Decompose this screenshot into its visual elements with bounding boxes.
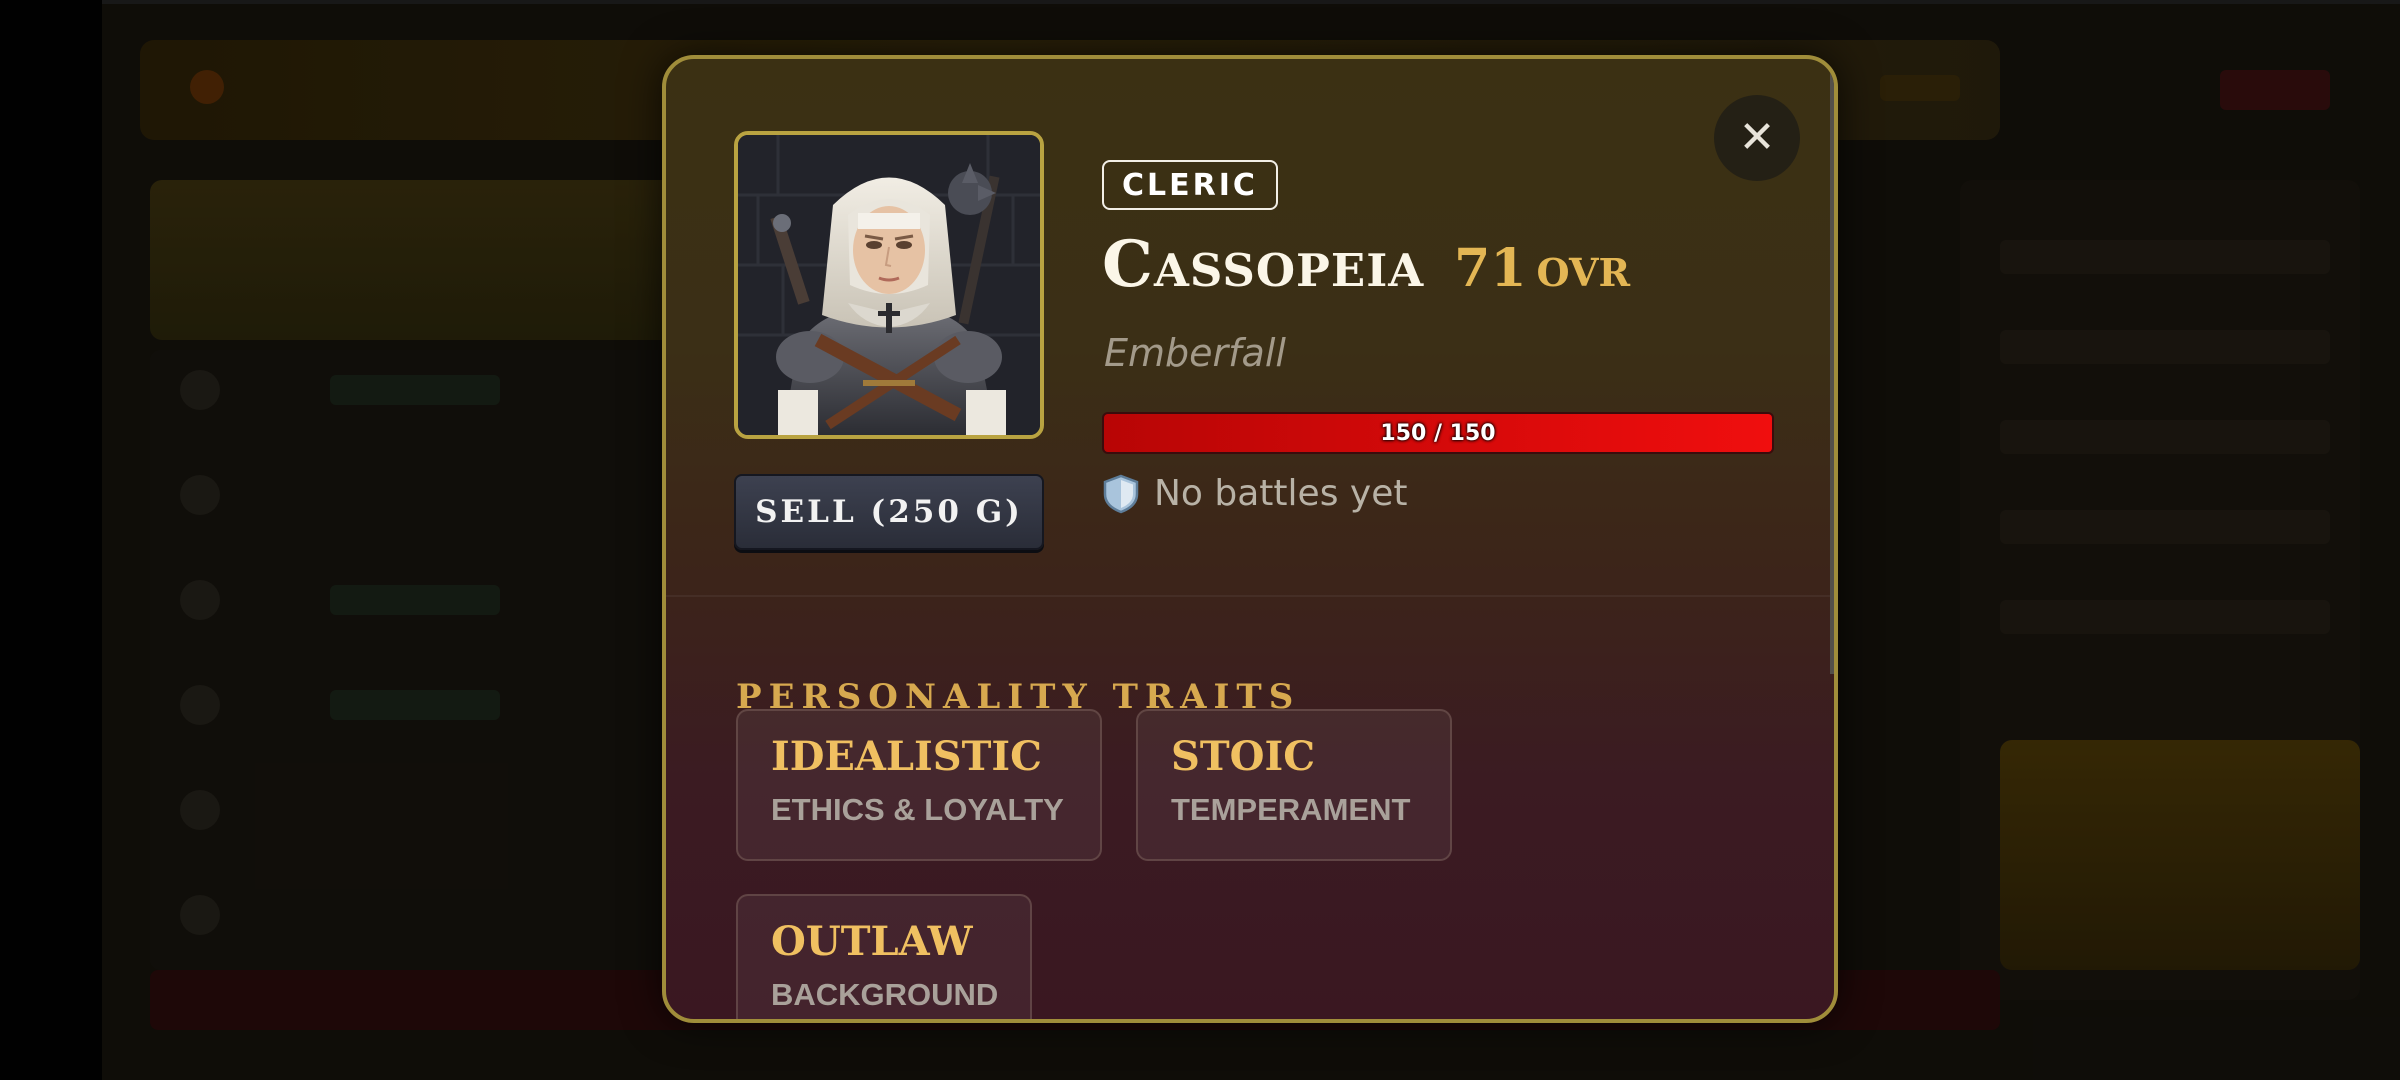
close-button[interactable]: ✕ xyxy=(1714,95,1800,181)
trait-card: OUTLAW BACKGROUND xyxy=(736,894,1032,1019)
shield-icon xyxy=(1103,474,1139,513)
ovr-label: OVR xyxy=(1536,250,1631,295)
hero-name: Cassopeia xyxy=(1102,227,1425,302)
section-divider xyxy=(666,595,1834,597)
trait-name: IDEALISTIC xyxy=(771,733,1042,780)
close-icon: ✕ xyxy=(1738,113,1776,162)
hero-detail-modal: ✕ SELL (250 G) CLERIC Cassopeia 71 OVR E… xyxy=(662,55,1838,1023)
trait-category: TEMPERAMENT xyxy=(1171,792,1411,827)
ovr-value: 71 xyxy=(1454,238,1527,299)
trait-name: STOIC xyxy=(1171,733,1316,780)
battle-status: No battles yet xyxy=(1154,473,1408,514)
battle-record: No battles yet xyxy=(1102,473,1407,514)
modal-scrollbar[interactable] xyxy=(1830,59,1834,674)
sell-button[interactable]: SELL (250 G) xyxy=(734,474,1044,550)
hp-text: 150 / 150 xyxy=(1380,420,1496,446)
hp-bar: 150 / 150 xyxy=(1102,412,1774,454)
hero-origin: Emberfall xyxy=(1104,331,1286,375)
hero-name-row: Cassopeia 71 OVR xyxy=(1102,227,1630,302)
class-badge: CLERIC xyxy=(1102,160,1278,210)
cleric-portrait-icon xyxy=(738,135,1040,435)
hero-portrait xyxy=(734,131,1044,439)
trait-category: BACKGROUND xyxy=(771,977,999,1012)
trait-card: IDEALISTIC ETHICS & LOYALTY xyxy=(736,709,1102,861)
trait-card: STOIC TEMPERAMENT xyxy=(1136,709,1452,861)
trait-name: OUTLAW xyxy=(771,918,973,965)
trait-category: ETHICS & LOYALTY xyxy=(771,792,1064,827)
